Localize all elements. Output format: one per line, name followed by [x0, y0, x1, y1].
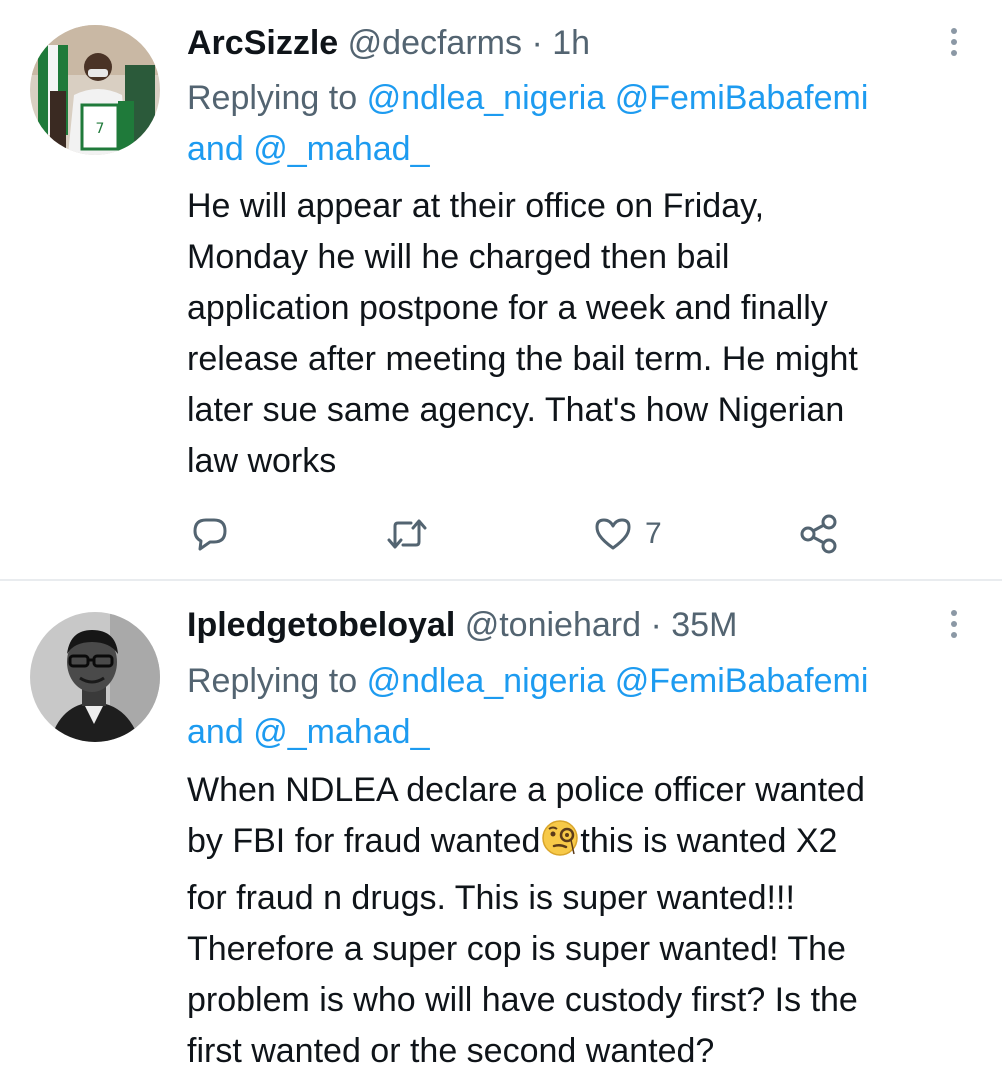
tweet-text-line: later sue same agency. That's how Nigeri…	[187, 391, 845, 429]
mention-ndlea-nigeria[interactable]: @ndlea_nigeria	[367, 662, 606, 700]
avatar[interactable]	[30, 612, 160, 742]
replying-and: and	[187, 130, 244, 168]
tweet-text: He will appear at their office on Friday…	[187, 181, 987, 487]
tweet-text-line: problem is who will have custody first? …	[187, 981, 858, 1019]
heart-icon	[595, 518, 631, 550]
user-handle[interactable]: @toniehard	[465, 606, 641, 644]
display-name[interactable]: ArcSizzle	[187, 24, 338, 62]
user-handle[interactable]: @decfarms	[348, 24, 522, 62]
share-icon	[800, 514, 837, 554]
replying-to-label: Replying to	[187, 662, 358, 700]
mention-mahad[interactable]: @_mahad_	[253, 713, 429, 751]
more-vertical-icon[interactable]	[946, 28, 962, 61]
avatar-image	[30, 612, 160, 742]
tweet-ipledgetobeloyal[interactable]: Ipledgetobeloyal @toniehard · 35M Replyi…	[0, 580, 1002, 1080]
timestamp[interactable]: 1h	[552, 24, 590, 62]
svg-text:7: 7	[96, 121, 105, 137]
tweet-text-line: Therefore a super cop is super wanted! T…	[187, 930, 846, 968]
like-button[interactable]: 7	[593, 512, 662, 556]
tweet-header: Ipledgetobeloyal @toniehard · 35M	[187, 600, 737, 650]
tweet-text-line: application postpone for a week and fina…	[187, 289, 828, 327]
tweet-text: When NDLEA declare a police officer want…	[187, 765, 987, 1077]
share-button[interactable]	[798, 512, 840, 556]
replying-to: Replying to @ndlea_nigeria @FemiBabafemi…	[187, 73, 977, 175]
mention-femibabafemi[interactable]: @FemiBabafemi	[615, 79, 869, 117]
tweet-text-line: law works	[187, 442, 337, 480]
more-vertical-icon[interactable]	[946, 610, 962, 643]
tweet-text-fragment: this is wanted X2	[580, 822, 838, 860]
mention-ndlea-nigeria[interactable]: @ndlea_nigeria	[367, 79, 606, 117]
tweet-text-line: for fraud n drugs. This is super wanted!…	[187, 879, 795, 917]
reply-button[interactable]	[190, 512, 230, 556]
separator-dot: ·	[531, 24, 543, 62]
tweet-text-line: by FBI for fraud wanted this is wanted X2	[187, 816, 987, 873]
like-count: 7	[645, 517, 662, 550]
retweet-icon	[387, 519, 427, 549]
tweet-text-line: When NDLEA declare a police officer want…	[187, 771, 865, 809]
replying-and: and	[187, 713, 244, 751]
mention-mahad[interactable]: @_mahad_	[253, 130, 429, 168]
tweet-header: ArcSizzle @decfarms · 1h	[187, 18, 590, 68]
replying-to: Replying to @ndlea_nigeria @FemiBabafemi…	[187, 656, 977, 758]
tweet-text-fragment: by FBI for fraud wanted	[187, 822, 541, 860]
avatar-image: 7	[30, 25, 160, 155]
timestamp[interactable]: 35M	[671, 606, 737, 644]
tweet-actions: 7	[190, 512, 890, 556]
tweet-text-line: Monday he will he charged then bail	[187, 238, 730, 276]
retweet-button[interactable]	[385, 512, 429, 556]
reply-icon	[193, 518, 227, 551]
mention-femibabafemi[interactable]: @FemiBabafemi	[615, 662, 869, 700]
face-with-monocle-emoji	[540, 818, 580, 873]
display-name[interactable]: Ipledgetobeloyal	[187, 606, 455, 644]
tweet-arcsizzle[interactable]: 7 ArcSizzle @decfarms · 1h Replying to @…	[0, 0, 1002, 580]
replying-to-label: Replying to	[187, 79, 358, 117]
avatar[interactable]: 7	[30, 25, 160, 155]
tweet-text-line: first wanted or the second wanted?	[187, 1032, 715, 1070]
tweet-text-line: release after meeting the bail term. He …	[187, 340, 858, 378]
separator-dot: ·	[650, 606, 662, 644]
tweet-text-line: He will appear at their office on Friday…	[187, 187, 765, 225]
